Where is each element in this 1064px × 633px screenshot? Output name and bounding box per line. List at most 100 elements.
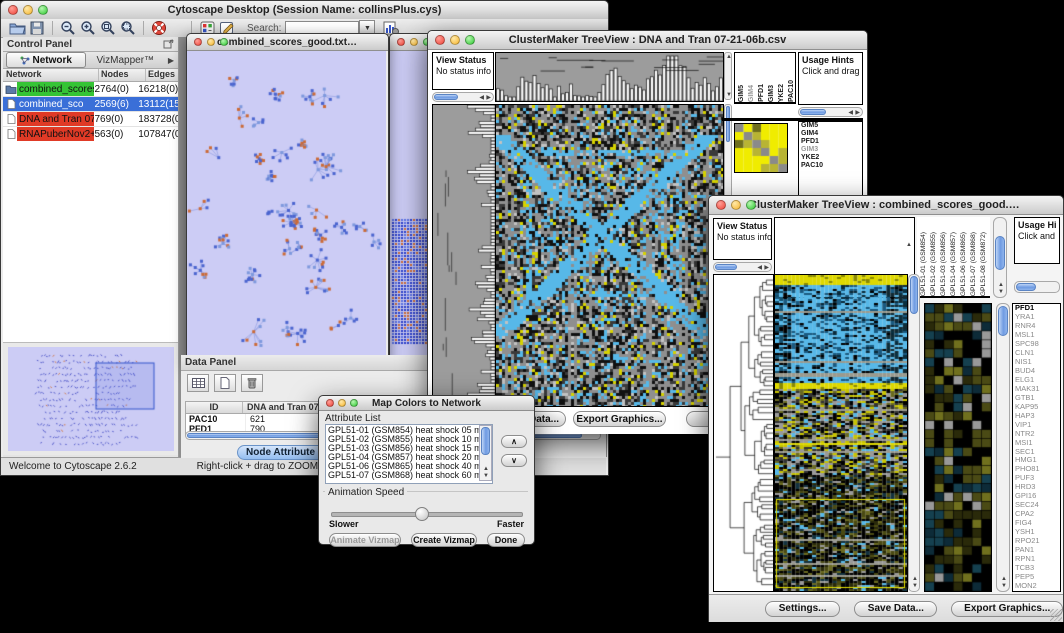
resize-grip[interactable] bbox=[1050, 609, 1062, 621]
minimize-button[interactable] bbox=[450, 35, 460, 45]
minimize-button[interactable] bbox=[410, 38, 418, 46]
tv2-action-button[interactable]: Export Graphics... bbox=[951, 601, 1063, 617]
column-header-id[interactable]: ID bbox=[186, 402, 243, 413]
tv1-column-label[interactable]: GIM5 bbox=[737, 85, 746, 102]
animation-speed-slider-thumb[interactable] bbox=[415, 507, 429, 521]
zoom-button[interactable] bbox=[746, 200, 756, 210]
zoom-button[interactable] bbox=[220, 38, 228, 46]
dialog-titlebar[interactable]: Map Colors to Network bbox=[319, 396, 534, 411]
tv1-column-label[interactable]: GIM3 bbox=[767, 85, 776, 102]
attribute-table-button[interactable] bbox=[187, 374, 209, 392]
attribute-list-vscrollbar[interactable]: ▲▼ bbox=[479, 425, 492, 481]
treeview1-titlebar[interactable]: ClusterMaker TreeView : DNA and Tran 07-… bbox=[428, 31, 867, 50]
tv1-gene-label[interactable]: PFD1 bbox=[799, 138, 862, 146]
tab-overflow-button[interactable]: ▶ bbox=[164, 56, 178, 65]
close-button[interactable] bbox=[716, 200, 726, 210]
attribute-list-item[interactable]: GPL51-03 (GSM856) heat shock 15 min bbox=[328, 444, 479, 453]
network-table-row[interactable]: combined_sco 2569(6) 13112(15) bbox=[3, 97, 178, 112]
minimize-button[interactable] bbox=[207, 38, 215, 46]
tv1-gene-dendrogram-canvas[interactable] bbox=[432, 104, 496, 407]
tv2-global-heatmap-canvas[interactable] bbox=[774, 274, 908, 592]
tv2-column-label[interactable]: GPL51-04 (GSM857) bbox=[949, 232, 958, 296]
tv2-zoom-heatmap-canvas[interactable] bbox=[924, 303, 992, 592]
delete-attribute-button[interactable] bbox=[241, 374, 263, 392]
close-button[interactable] bbox=[397, 38, 405, 46]
tv1-gene-label[interactable]: GIM3 bbox=[799, 146, 862, 154]
tv2-heatmap-vscrollbar[interactable]: ▲▼ bbox=[908, 274, 920, 592]
done-button[interactable]: Done bbox=[487, 533, 525, 547]
tv2-action-button[interactable]: Settings... bbox=[765, 601, 840, 617]
birdseye-view-canvas[interactable] bbox=[8, 347, 174, 451]
tab-vizmapper[interactable]: VizMapper™ bbox=[87, 52, 165, 68]
tv2-status-hscrollbar[interactable]: ◀▶ bbox=[713, 262, 772, 272]
attribute-list-item[interactable]: GPL51-04 (GSM857) heat shock 20 min bbox=[328, 453, 479, 462]
tv1-column-label[interactable]: YKE2 bbox=[777, 84, 786, 102]
tv1-column-label[interactable]: PAC10 bbox=[787, 80, 796, 102]
zoom-button[interactable] bbox=[465, 35, 475, 45]
help-button[interactable] bbox=[149, 20, 169, 36]
network-table-header[interactable]: Network Nodes Edges bbox=[3, 69, 178, 82]
zoom-in-button[interactable] bbox=[78, 20, 98, 36]
open-file-button[interactable] bbox=[7, 20, 27, 36]
close-button[interactable] bbox=[8, 5, 18, 15]
float-panel-icon[interactable] bbox=[163, 39, 174, 49]
tv2-hints-hscrollbar[interactable] bbox=[1014, 281, 1060, 293]
tv2-genelist-vscrollbar[interactable]: ▲▼ bbox=[996, 303, 1010, 592]
tv2-column-label[interactable]: GPL51-07 (GSM868) bbox=[969, 232, 978, 296]
tv1-top-vscrollbar[interactable]: ▲▼ bbox=[724, 52, 732, 100]
tv2-column-label[interactable]: GPL51-01 (GSM854) bbox=[919, 232, 928, 296]
tv1-gene-label[interactable]: PAC10 bbox=[799, 162, 862, 170]
network-frame-titlebar[interactable]: combined_scores_good.txt--cluste... bbox=[187, 34, 388, 51]
dialog-window-controls bbox=[326, 399, 358, 407]
tv1-global-heatmap-canvas[interactable] bbox=[495, 104, 724, 407]
attribute-list-item[interactable]: GPL51-07 (GSM868) heat shock 60 min bbox=[328, 471, 479, 480]
tv2-column-label[interactable]: GPL51-02 (GSM855) bbox=[929, 232, 938, 296]
tab-network[interactable]: Network bbox=[6, 52, 86, 68]
move-attribute-down-button[interactable]: ∨ bbox=[501, 454, 527, 467]
close-button[interactable] bbox=[326, 399, 334, 407]
tv1-gene-label[interactable]: GIM4 bbox=[799, 130, 862, 138]
tv1-export-graphics-button[interactable]: Export Graphics... bbox=[573, 411, 666, 427]
zoom-button[interactable] bbox=[350, 399, 358, 407]
tv2-column-label[interactable]: GPL51-03 (GSM856) bbox=[939, 232, 948, 296]
tv1-status-hscrollbar[interactable]: ◀▶ bbox=[432, 92, 494, 102]
tv2-action-button[interactable]: Save Data... bbox=[854, 601, 937, 617]
zoom-out-button[interactable] bbox=[58, 20, 78, 36]
zoom-selected-button[interactable] bbox=[98, 20, 118, 36]
tv2-column-label[interactable]: GPL51-06 (GSM865) bbox=[959, 232, 968, 296]
create-vizmap-button[interactable]: Create Vizmap bbox=[411, 533, 477, 547]
tv1-hints-hscrollbar[interactable]: ◀▶ bbox=[798, 107, 863, 117]
tv2-labels-vscrollbar[interactable]: ▲▼ bbox=[993, 217, 1007, 298]
tv2-button-bar: Settings... Save Data... Export Graphics… bbox=[709, 594, 1063, 622]
attribute-list-item[interactable]: GPL51-02 (GSM855) heat shock 10 min bbox=[328, 435, 479, 444]
network-table-row[interactable]: DNA and Tran 07 769(0) 183728(0) bbox=[3, 112, 178, 127]
tv2-gene-label[interactable]: MON2 bbox=[1013, 582, 1060, 591]
tv2-column-label[interactable]: GPL51-08 (GSM872) bbox=[979, 232, 988, 296]
tv1-gene-label[interactable]: YKE2 bbox=[799, 154, 862, 162]
main-titlebar[interactable]: Cytoscape Desktop (Session Name: collins… bbox=[1, 1, 608, 20]
close-button[interactable] bbox=[435, 35, 445, 45]
minimize-button[interactable] bbox=[23, 5, 33, 15]
network-table-row[interactable]: combined_scores 2764(0) 16218(0) bbox=[3, 82, 178, 97]
tv1-column-label[interactable]: PFD1 bbox=[757, 84, 766, 102]
tv1-column-dendrogram-canvas[interactable] bbox=[495, 52, 724, 102]
attribute-list-item[interactable]: GPL51-06 (GSM865) heat shock 40 min bbox=[328, 462, 479, 471]
close-button[interactable] bbox=[194, 38, 202, 46]
treeview2-titlebar[interactable]: ClusterMaker TreeView : combined_scores_… bbox=[709, 196, 1063, 215]
network-canvas[interactable] bbox=[187, 51, 386, 363]
minimize-button[interactable] bbox=[338, 399, 346, 407]
save-button[interactable] bbox=[27, 20, 47, 36]
tv1-zoom-heatmap-canvas[interactable] bbox=[734, 123, 788, 173]
attribute-list-item[interactable]: GPL51-01 (GSM854) heat shock 05 min bbox=[328, 426, 479, 435]
animate-vizmap-button[interactable]: Animate Vizmap bbox=[329, 533, 401, 547]
minimize-button[interactable] bbox=[731, 200, 741, 210]
tv1-column-label[interactable]: GIM4 bbox=[747, 85, 756, 102]
move-attribute-up-button[interactable]: ∧ bbox=[501, 435, 527, 448]
zoom-fit-button[interactable] bbox=[118, 20, 138, 36]
network-tree-empty-area[interactable] bbox=[3, 140, 178, 343]
zoom-button[interactable] bbox=[38, 5, 48, 15]
network-tab-icon bbox=[20, 56, 30, 65]
tv1-gene-label[interactable]: GIM5 bbox=[799, 122, 862, 130]
new-attribute-button[interactable] bbox=[214, 374, 236, 392]
tv2-gene-dendrogram-canvas[interactable] bbox=[713, 274, 774, 592]
